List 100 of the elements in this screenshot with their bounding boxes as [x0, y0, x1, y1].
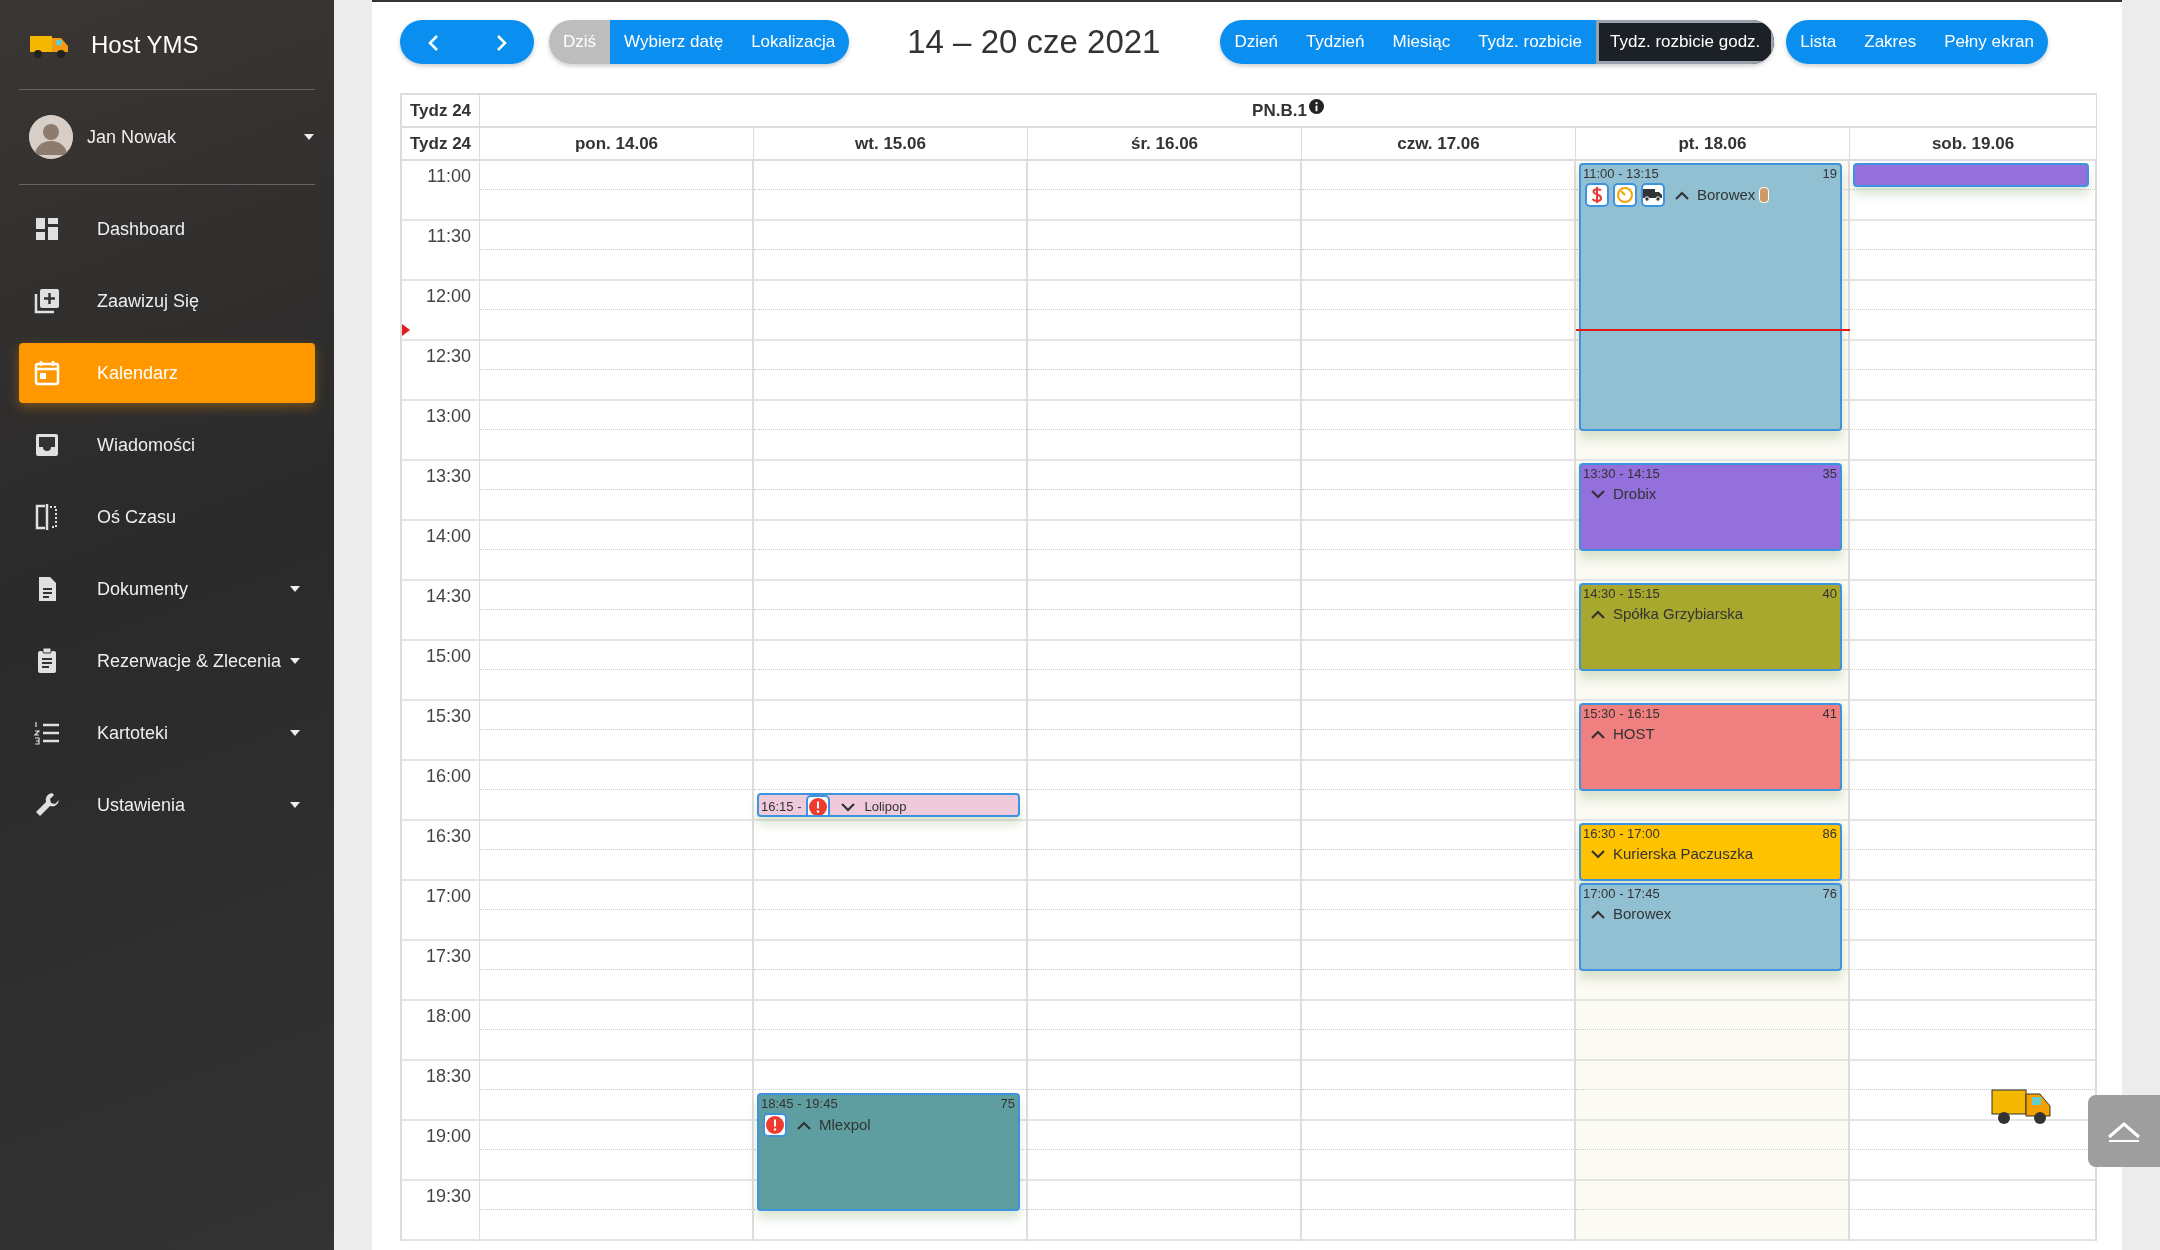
timer-icon [1613, 183, 1637, 207]
time-label: 19:30 [425, 1185, 471, 1208]
calendar-event[interactable]: 18:45 - 19:45 75 Mlexpol [757, 1093, 1020, 1211]
event-number: 35 [1822, 466, 1837, 481]
date-range-title: 14 – 20 cze 2021 [907, 22, 1161, 63]
event-time: 13:30 - 14:15 [1583, 466, 1660, 481]
time-label: 13:00 [425, 405, 471, 428]
chevron-down-icon[interactable] [1591, 849, 1605, 860]
truck-icon [1641, 183, 1665, 207]
time-label: 17:30 [425, 945, 471, 968]
sidebar-item[interactable]: Oś Czasu [19, 487, 315, 547]
chevron-up-icon[interactable] [1591, 729, 1605, 740]
time-label: 14:30 [425, 585, 471, 608]
previous-button[interactable] [400, 20, 467, 64]
time-label: 11:30 [427, 225, 471, 248]
time-label: 16:00 [425, 765, 471, 788]
view-tab[interactable]: Miesiąc [1378, 20, 1465, 64]
time-label: 13:30 [425, 465, 471, 488]
sidebar-item[interactable]: Zaawizuj Się [19, 271, 315, 331]
view-button[interactable]: Zakres [1850, 20, 1931, 64]
event-time: 17:00 - 17:45 [1583, 886, 1660, 901]
event-name: Spółka Grzybiarska [1613, 604, 1744, 624]
day-header: wt. 15.06 [754, 128, 1028, 161]
time-label: 11:00 [427, 165, 471, 188]
day-header: czw. 17.06 [1302, 128, 1576, 161]
chevron-up-icon[interactable] [1591, 609, 1605, 620]
event-name: Drobix [1613, 484, 1657, 504]
time-label: 19:00 [425, 1125, 471, 1148]
calendar-event[interactable]: 11:00 - 13:15 19 Borowex [1579, 163, 1842, 431]
info-icon[interactable] [1308, 99, 1324, 114]
event-time: 14:30 - 15:15 [1583, 586, 1660, 601]
chevron-up-icon[interactable] [1591, 909, 1605, 920]
sidebar-item[interactable]: Wiadomości [19, 415, 315, 475]
calendar-event[interactable]: 15:30 - 16:15 41 HOST [1579, 703, 1842, 791]
event-number: 41 [1822, 706, 1837, 721]
day-header: pon. 14.06 [480, 128, 754, 161]
day-header: śr. 16.06 [1028, 128, 1302, 161]
view-button[interactable]: Lista [1786, 20, 1851, 64]
event-time: 11:00 - 13:15 [1583, 166, 1659, 181]
brand-name: Host YMS [91, 29, 199, 60]
sidebar-item[interactable]: Kartoteki [19, 703, 315, 763]
date-button[interactable]: Wybierz datę [610, 20, 738, 64]
resource-label: PN.B.1 [1252, 99, 1307, 122]
scroll-to-top-button[interactable] [2088, 1095, 2160, 1167]
event-time: 16:30 - 17:00 [1583, 826, 1660, 841]
caret-icon [303, 133, 315, 141]
chevron-down-icon[interactable] [841, 802, 856, 812]
day-header: sob. 19.06 [1850, 128, 2097, 161]
time-label: 18:00 [425, 1005, 471, 1028]
calendar-icon [33, 359, 61, 387]
week-label: Tydz 24 [402, 95, 480, 128]
event-name: Kurierska Paczuszka [1613, 844, 1754, 864]
event-number: 19 [1822, 166, 1837, 181]
view-tab[interactable]: Dzień [1220, 20, 1292, 64]
calendar-event[interactable]: 16:15 - Lolipop [757, 793, 1020, 817]
event-name: Borowex [1613, 904, 1672, 924]
event-name: Borowex [1697, 184, 1756, 205]
time-label: 18:30 [425, 1065, 471, 1088]
inbox-icon [33, 431, 61, 459]
chevron-up-icon[interactable] [797, 1120, 811, 1130]
dollar-icon [1585, 183, 1609, 207]
alert-icon [806, 795, 831, 815]
view-tab[interactable]: Tydz. rozbicie godz. [1596, 20, 1775, 64]
view-tab[interactable]: Tydz. rozbicie [1464, 20, 1597, 64]
event-number: 76 [1822, 886, 1837, 901]
time-label: 16:30 [425, 825, 471, 848]
dashboard-icon [33, 215, 61, 243]
sidebar-item[interactable]: Dashboard [19, 199, 315, 259]
calendar-event[interactable]: 13:30 - 14:15 35 Drobix [1579, 463, 1842, 551]
sidebar-item[interactable]: Ustawienia [19, 775, 315, 835]
time-label: 15:00 [425, 645, 471, 668]
time-label: 12:30 [425, 345, 471, 368]
event-name: Mlexpol [819, 1114, 871, 1135]
chevron-up-icon [2106, 1120, 2142, 1142]
event-number: 75 [1000, 1096, 1015, 1111]
calendar-event[interactable]: 17:00 - 17:45 76 Borowex [1579, 883, 1842, 971]
sidebar-item[interactable]: Rezerwacje & Zlecenia [19, 631, 315, 691]
chevron-up-icon[interactable] [1675, 190, 1689, 200]
calendar-event[interactable]: 16:30 - 17:00 86 Kurierska Paczuszka [1579, 823, 1842, 881]
sidebar-item[interactable]: Dokumenty [19, 559, 315, 619]
time-label: 14:00 [425, 525, 471, 548]
time-label: 12:00 [425, 285, 471, 308]
event-number: 40 [1822, 586, 1837, 601]
event-name: Lolipop [864, 798, 907, 815]
current-time-marker [402, 324, 410, 336]
event-time: 16:15 - [761, 798, 802, 815]
view-button[interactable]: Pełny ekran [1930, 20, 2048, 64]
next-button[interactable] [467, 20, 534, 64]
event-name: HOST [1613, 724, 1655, 744]
event-time: 18:45 - 19:45 [761, 1096, 838, 1111]
alert-icon [763, 1113, 787, 1137]
chevron-left-icon [426, 33, 441, 52]
user-menu[interactable]: Jan Nowak [19, 90, 315, 185]
date-button[interactable]: Lokalizacja [737, 20, 850, 64]
view-tab[interactable]: Tydzień [1291, 20, 1379, 64]
calendar-event[interactable]: 14:30 - 15:15 40 Spółka Grzybiarska [1579, 583, 1842, 671]
week-label: Tydz 24 [402, 128, 480, 161]
time-label: 15:30 [425, 705, 471, 728]
numbered-list-icon [33, 719, 61, 747]
event-number: 86 [1822, 826, 1837, 841]
